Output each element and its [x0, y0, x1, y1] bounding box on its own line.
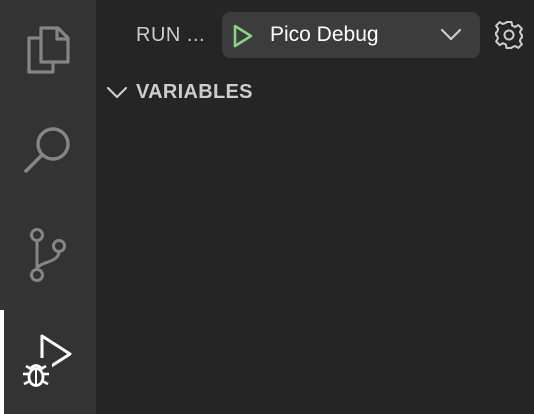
activity-bar — [0, 0, 96, 414]
chevron-down-icon[interactable] — [440, 26, 462, 47]
activity-item-search[interactable] — [0, 100, 96, 200]
launch-config-name: Pico Debug — [270, 23, 379, 46]
variables-section-header[interactable]: VARIABLES — [96, 76, 534, 110]
start-debugging-play-icon[interactable] — [232, 24, 254, 53]
chevron-down-icon — [106, 84, 128, 105]
run-debug-sidebar: RUN ... Pico Debug VARIABLES — [96, 0, 534, 414]
launch-config-select[interactable]: Pico Debug — [222, 12, 480, 58]
activity-item-run-debug[interactable] — [0, 310, 96, 410]
files-icon — [24, 24, 72, 76]
source-control-icon — [26, 227, 70, 283]
search-icon — [22, 124, 74, 176]
activity-item-explorer[interactable] — [0, 0, 96, 100]
variables-section-title: VARIABLES — [136, 81, 253, 103]
run-debug-icon — [20, 330, 76, 390]
gear-icon[interactable] — [494, 20, 524, 55]
activity-item-source-control[interactable] — [0, 205, 96, 305]
sidebar-header-title: RUN ... — [136, 24, 206, 46]
